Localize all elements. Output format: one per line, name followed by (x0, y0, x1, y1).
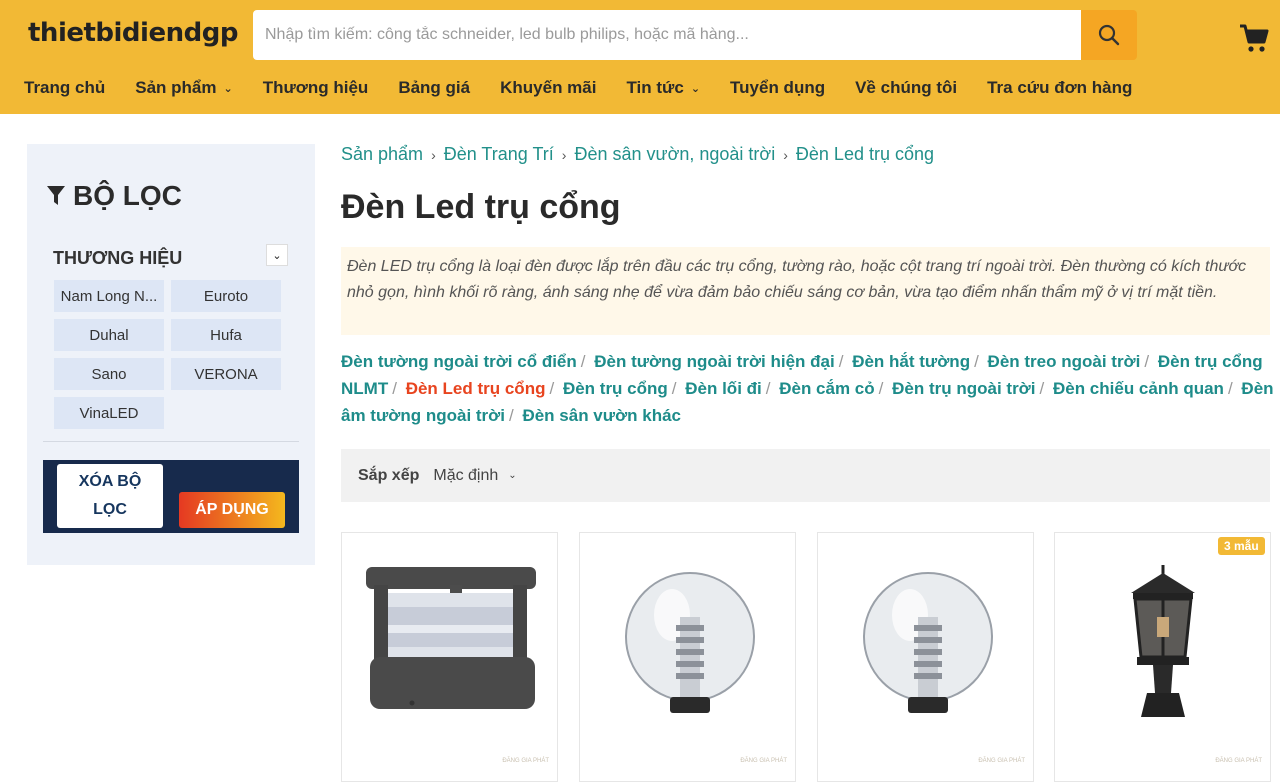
breadcrumb-item[interactable]: Đèn Trang Trí (444, 144, 554, 165)
funnel-icon (47, 186, 65, 205)
watermark: ĐĂNG GIA PHÁT (978, 758, 1025, 764)
globe-post-light-image (625, 572, 755, 713)
clear-filter-button[interactable]: XÓA BỘ LỌC (57, 464, 163, 528)
product-card[interactable]: ĐĂNG GIA PHÁT (341, 532, 558, 782)
brand-section-toggle[interactable]: ⌄ (266, 244, 288, 266)
breadcrumb-current[interactable]: Đèn Led trụ cổng (796, 144, 934, 165)
filter-heading: BỘ LỌC (47, 180, 182, 212)
brand-option[interactable]: VERONA (171, 358, 281, 390)
chevron-down-icon: ⌄ (272, 249, 282, 262)
chevron-down-icon: ⌄ (508, 470, 517, 481)
page-title: Đèn Led trụ cổng (341, 188, 621, 226)
nav-item-careers[interactable]: Tuyển dụng (730, 76, 825, 100)
breadcrumb: Sản phẩm › Đèn Trang Trí › Đèn sân vườn, n… (341, 144, 934, 165)
chevron-down-icon: ⌄ (223, 82, 233, 95)
category-description: Đèn LED trụ cổng là loại đèn được lắp tr… (341, 247, 1270, 335)
filter-actions: XÓA BỘ LỌC ÁP DỤNG (43, 460, 299, 533)
product-card[interactable]: ĐĂNG GIA PHÁT (817, 532, 1034, 782)
nav-item-pricelist[interactable]: Bảng giá (398, 76, 470, 100)
main-nav: Trang chủ Sản phẩm ⌄ Thương hiệu Bảng giá… (24, 76, 1162, 100)
breadcrumb-item[interactable]: Sản phẩm (341, 144, 423, 165)
subcategory-link[interactable]: Đèn treo ngoài trời (988, 352, 1141, 371)
sort-label: Sắp xếp (358, 466, 420, 484)
brand-option[interactable]: Hufa (171, 319, 281, 351)
brand-option[interactable]: Euroto (171, 280, 281, 312)
divider (43, 441, 299, 442)
cart-icon (1240, 24, 1269, 52)
brand-section-title: THƯƠNG HIỆU (53, 248, 183, 268)
brand-option[interactable]: Duhal (54, 319, 164, 351)
nav-item-about[interactable]: Về chúng tôi (855, 76, 957, 100)
subcategory-link[interactable]: Đèn trụ cổng (563, 379, 668, 398)
nav-item-home[interactable]: Trang chủ (24, 76, 105, 100)
subcategory-link[interactable]: Đèn cắm cỏ (779, 379, 874, 398)
nav-item-order-lookup[interactable]: Tra cứu đơn hàng (987, 76, 1132, 100)
subcategory-link[interactable]: Đèn chiếu cảnh quan (1053, 379, 1224, 398)
subcategory-links: Đèn tường ngoài trời cổ điển / Đèn tường … (341, 352, 1274, 425)
search-button[interactable] (1081, 10, 1137, 60)
search-bar (253, 10, 1137, 60)
subcategory-link[interactable]: Đèn tường ngoài trời cổ điển (341, 352, 577, 371)
subcategory-link[interactable]: Đèn trụ ngoài trời (892, 379, 1035, 398)
breadcrumb-separator-icon: › (783, 146, 788, 163)
apply-filter-button[interactable]: ÁP DỤNG (179, 492, 285, 528)
watermark: ĐĂNG GIA PHÁT (1215, 758, 1262, 764)
watermark: ĐĂNG GIA PHÁT (740, 758, 787, 764)
subcategory-link[interactable]: Đèn hắt tường (852, 352, 970, 371)
site-logo[interactable]: thietbidiendgp (28, 18, 238, 48)
sort-select[interactable]: Mặc định ⌄ (433, 467, 516, 485)
variant-count-badge: 3 mẫu (1218, 537, 1265, 555)
cylindrical-post-light-image (366, 567, 536, 709)
product-card[interactable]: ĐĂNG GIA PHÁT (579, 532, 796, 782)
breadcrumb-item[interactable]: Đèn sân vườn, ngoài trời (574, 144, 775, 165)
subcategory-link[interactable]: Đèn lối đi (685, 379, 762, 398)
site-header: thietbidiendgp Trang chủ Sản phẩm⌄ Thươn… (0, 0, 1280, 114)
nav-item-promotions[interactable]: Khuyến mãi (500, 76, 596, 100)
lantern-post-light-image (1131, 565, 1195, 717)
product-card[interactable]: 3 mẫu ĐĂNG GIA PHÁT (1054, 532, 1271, 782)
globe-post-light-image (863, 572, 993, 713)
nav-item-products[interactable]: Sản phẩm ⌄ (135, 76, 232, 100)
breadcrumb-separator-icon: › (561, 146, 567, 163)
search-icon (1098, 24, 1120, 46)
subcategory-link[interactable]: Đèn tường ngoài trời hiện đại (594, 352, 834, 371)
brand-option[interactable]: Nam Long N... (54, 280, 164, 312)
brand-option[interactable]: VinaLED (54, 397, 164, 429)
subcategory-link-active[interactable]: Đèn Led trụ cổng (406, 379, 546, 398)
brand-option[interactable]: Sano (54, 358, 164, 390)
cart-button[interactable] (1238, 22, 1272, 56)
sort-bar: Sắp xếp Mặc định ⌄ (341, 449, 1270, 502)
watermark: ĐĂNG GIA PHÁT (502, 758, 549, 764)
subcategory-link[interactable]: Đèn sân vườn khác (522, 406, 681, 425)
nav-item-news[interactable]: Tin tức ⌄ (626, 76, 700, 100)
nav-item-brands[interactable]: Thương hiệu (263, 76, 369, 100)
breadcrumb-separator-icon: › (431, 146, 436, 163)
search-input[interactable] (253, 10, 1081, 60)
filter-sidebar: BỘ LỌC THƯƠNG HIỆU ⌄ Nam Long N... Eurot… (27, 144, 315, 565)
chevron-down-icon: ⌄ (690, 82, 701, 95)
